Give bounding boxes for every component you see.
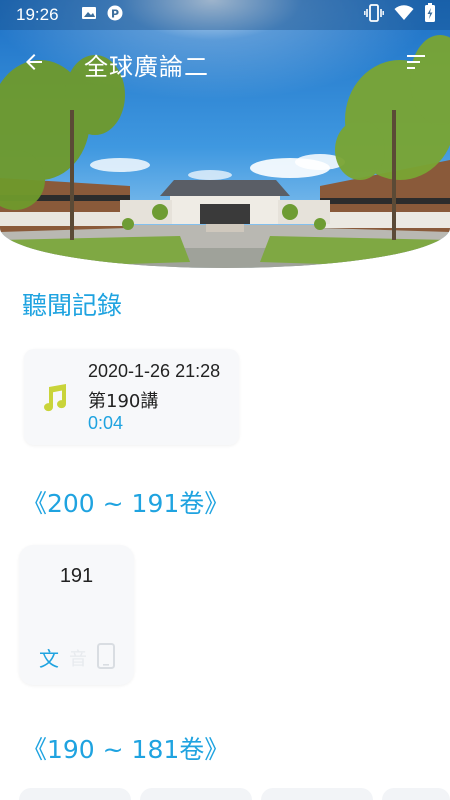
group-heading: 《190 ~ 181卷》 xyxy=(22,735,230,764)
history-lecture: 第190講 xyxy=(88,391,159,412)
page-title: 全球廣論二 xyxy=(84,52,209,81)
arrow-left-icon xyxy=(22,50,46,78)
volume-card[interactable] xyxy=(140,788,252,800)
history-position: 0:04 xyxy=(88,413,124,433)
text-button[interactable]: 文 xyxy=(39,643,59,672)
phone-icon[interactable] xyxy=(97,643,115,669)
volume-card[interactable] xyxy=(261,788,373,800)
vibrate-icon xyxy=(364,4,384,26)
audio-button[interactable]: 音 xyxy=(69,645,87,671)
history-heading: 聽聞記錄 xyxy=(22,291,123,320)
back-button[interactable] xyxy=(6,36,62,92)
volume-card[interactable]: 191 文 音 xyxy=(19,545,134,685)
wifi-icon xyxy=(394,5,414,25)
svg-text:P: P xyxy=(111,8,119,21)
status-time: 19:26 xyxy=(16,5,59,24)
sort-menu-button[interactable] xyxy=(388,36,444,92)
history-item-card[interactable]: 2020-1-26 21:28 第190講 0:04 xyxy=(24,349,239,445)
app-bar: 全球廣論二 xyxy=(0,36,450,92)
sort-menu-icon xyxy=(404,50,428,78)
group-heading: 《200 ~ 191卷》 xyxy=(22,489,230,518)
p-icon: P xyxy=(107,5,123,25)
image-icon xyxy=(81,5,97,25)
battery-icon xyxy=(424,3,436,27)
volume-card[interactable] xyxy=(382,788,450,800)
volume-card[interactable] xyxy=(19,788,131,800)
status-bar: 19:26 P xyxy=(0,0,450,30)
volume-number: 191 xyxy=(59,565,94,587)
history-datetime: 2020-1-26 21:28 xyxy=(88,361,221,381)
music-note-icon xyxy=(40,383,68,413)
